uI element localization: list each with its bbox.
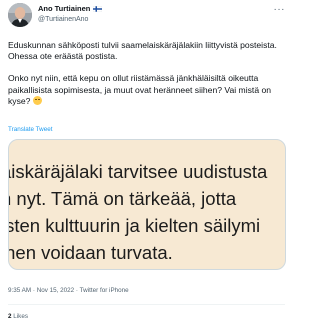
avatar-image	[8, 3, 32, 27]
image-text-line: isten kulttuurin ja kielten säilymi	[8, 215, 261, 236]
tweet-source: Twitter for iPhone	[79, 287, 129, 294]
likes-label: Likes	[11, 313, 28, 320]
tweet-time[interactable]: 9:35 AM	[8, 287, 31, 294]
author-handle[interactable]: @TurtiainenAno	[38, 16, 102, 23]
image-text-line: aiskäräjälaki tarvitsee uudistusta	[8, 161, 268, 182]
tweet: Ano Turtiainen @TurtiainenAno ··· Edusku…	[0, 0, 293, 333]
image-text-line: inen voidaan turvata.	[8, 242, 173, 263]
more-options-icon[interactable]: ···	[274, 4, 286, 15]
author-display-name[interactable]: Ano Turtiainen	[38, 5, 90, 13]
tweet-text: Eduskunnan sähköposti tulvii saamelaiskä…	[8, 40, 286, 107]
author-names: Ano Turtiainen @TurtiainenAno	[38, 3, 103, 23]
finland-flag-icon	[93, 5, 103, 12]
name-row: Ano Turtiainen	[38, 5, 103, 13]
image-text-line: n nyt. Tämä on tärkeää, jotta	[8, 188, 237, 209]
translate-tweet-link[interactable]: Translate Tweet	[8, 126, 52, 133]
tweet-date[interactable]: Nov 15, 2022	[37, 287, 74, 294]
tweet-paragraph-2: Onko nyt niin, että kepu on ollut riistä…	[8, 73, 286, 107]
likes-stat[interactable]: 2 Likes	[8, 313, 28, 320]
tweet-paragraph-1: Eduskunnan sähköposti tulvii saamelaiskä…	[8, 40, 277, 62]
tweet-metadata: 9:35 AM · Nov 15, 2022 · Twitter for iPh…	[8, 287, 129, 294]
thinking-face-emoji-icon	[32, 95, 42, 105]
divider	[8, 304, 285, 305]
tweet-header: Ano Turtiainen @TurtiainenAno	[8, 3, 103, 31]
tweet-paragraph-2-text: Onko nyt niin, että kepu on ollut riistä…	[8, 73, 272, 106]
tweet-image[interactable]: aiskäräjälaki tarvitsee uudistusta n nyt…	[8, 139, 286, 270]
avatar[interactable]	[8, 3, 32, 27]
